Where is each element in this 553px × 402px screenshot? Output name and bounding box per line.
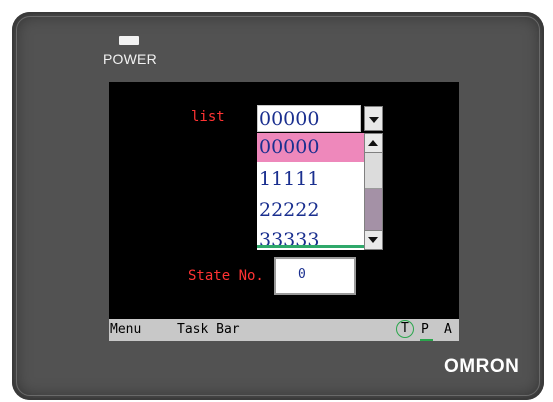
list-item[interactable]: 00000 <box>257 133 364 162</box>
power-label: POWER <box>103 51 157 67</box>
scroll-down-button[interactable] <box>365 230 382 249</box>
task-bar-button[interactable]: Task Bar <box>177 322 240 337</box>
state-no-display[interactable]: 0 <box>274 257 356 295</box>
t-indicator[interactable]: T <box>396 320 414 338</box>
chevron-down-icon <box>369 117 379 123</box>
combo-dropdown-button[interactable] <box>364 106 383 131</box>
list-label: list <box>191 109 225 125</box>
scrollbar-track[interactable] <box>365 189 382 231</box>
hmi-screen: list 00000 00000 11111 22222 33333 State… <box>109 82 459 341</box>
p-indicator[interactable]: P <box>421 322 429 337</box>
p-underline <box>420 339 433 341</box>
list-item[interactable]: 22222 <box>257 196 364 225</box>
a-indicator[interactable]: A <box>444 322 452 337</box>
state-no-label: State No. <box>188 268 264 284</box>
list-item[interactable]: 11111 <box>257 165 364 194</box>
list-combobox[interactable]: 00000 <box>257 105 361 132</box>
power-led-icon <box>119 36 139 45</box>
list-scrollbar[interactable] <box>364 133 383 250</box>
chevron-up-icon <box>368 140 378 146</box>
chevron-down-icon <box>368 237 378 243</box>
combo-current-value: 00000 <box>259 108 320 130</box>
scroll-up-button[interactable] <box>365 134 382 153</box>
dropdown-list: 00000 11111 22222 33333 <box>257 133 364 250</box>
menu-button[interactable]: Menu <box>110 322 141 337</box>
state-no-value: 0 <box>298 267 306 282</box>
brand-logo: OMRON <box>444 356 520 377</box>
list-bottom-border <box>257 245 364 248</box>
scrollbar-thumb[interactable] <box>365 153 382 189</box>
task-bar: Menu Task Bar T P A <box>109 319 459 341</box>
